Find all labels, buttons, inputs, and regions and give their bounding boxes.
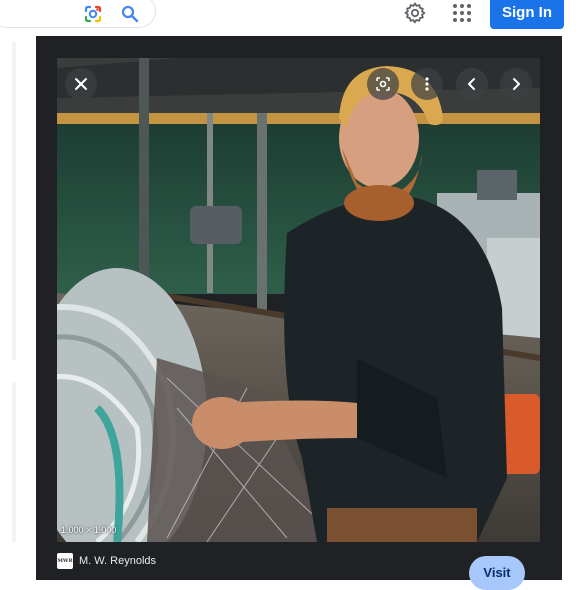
more-options-icon: [425, 77, 429, 91]
close-icon: [75, 78, 87, 90]
visit-button[interactable]: Visit: [469, 556, 525, 590]
source-favicon: MWR: [57, 553, 73, 569]
image-dimensions: 1,000 × 1,000: [61, 525, 117, 535]
lens-search-button[interactable]: [367, 68, 399, 100]
lens-scan-icon: [376, 77, 390, 91]
background-result-fragment: [12, 382, 16, 542]
close-button[interactable]: [65, 68, 97, 100]
search-icon[interactable]: [120, 4, 140, 24]
apps-grid-icon[interactable]: [450, 1, 474, 25]
preview-image[interactable]: [57, 58, 540, 542]
image-title-fragment[interactable]: [57, 576, 417, 580]
next-image-button[interactable]: [500, 68, 532, 100]
top-bar: Sign In: [0, 0, 580, 36]
background-result-fragment: [12, 42, 16, 360]
next-icon: [513, 78, 520, 90]
source-name[interactable]: M. W. Reynolds: [79, 555, 156, 567]
google-lens-icon[interactable]: [83, 4, 103, 24]
previous-image-button[interactable]: [456, 68, 488, 100]
more-options-button[interactable]: [411, 68, 443, 100]
gear-icon[interactable]: [403, 1, 427, 25]
sign-in-button[interactable]: Sign In: [490, 0, 564, 29]
previous-icon: [468, 78, 475, 90]
